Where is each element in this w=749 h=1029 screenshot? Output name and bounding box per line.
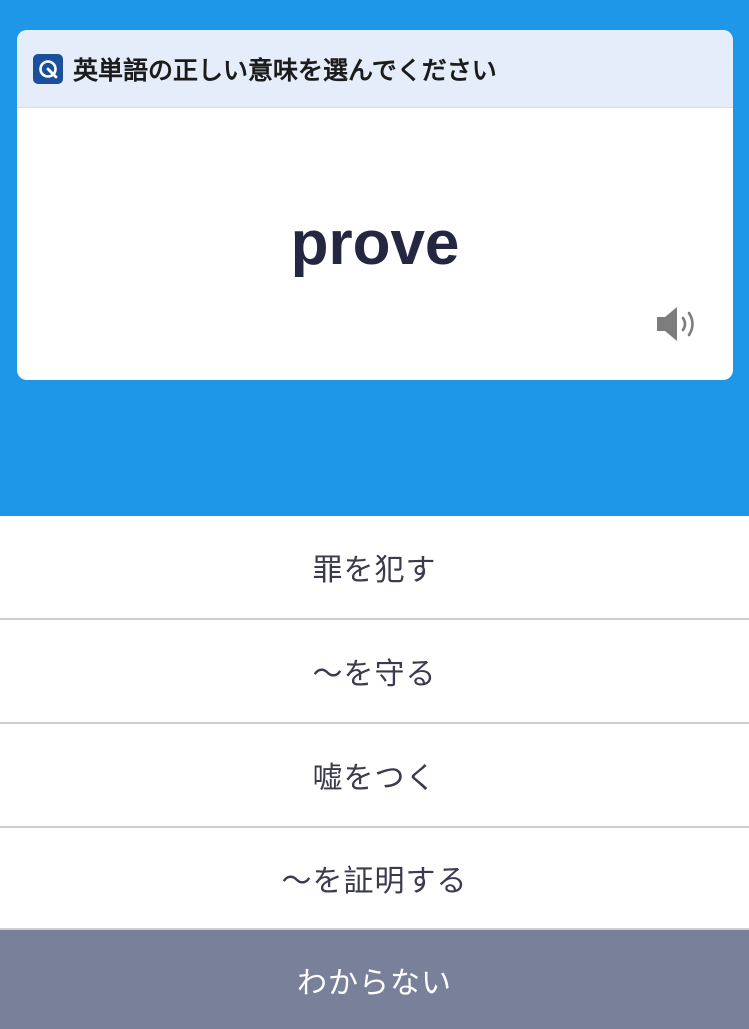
card-header: 英単語の正しい意味を選んでください <box>17 30 733 108</box>
answer-option-3[interactable]: 嘘をつく <box>0 724 749 828</box>
quiz-logo-icon <box>33 53 63 84</box>
card-body: prove <box>17 108 733 380</box>
answer-option-1[interactable]: 罪を犯す <box>0 516 749 620</box>
instruction-text: 英単語の正しい意味を選んでください <box>73 55 497 85</box>
question-word: prove <box>290 209 460 278</box>
answer-option-4[interactable]: ～を証明する <box>0 828 749 930</box>
answer-list: 罪を犯す ～を守る 嘘をつく ～を証明する <box>0 516 749 930</box>
dont-know-button[interactable]: わからない <box>0 930 749 1029</box>
speaker-icon[interactable] <box>655 304 703 344</box>
answer-option-2[interactable]: ～を守る <box>0 620 749 724</box>
question-card: 英単語の正しい意味を選んでください prove <box>17 30 733 380</box>
question-area: 英単語の正しい意味を選んでください prove <box>0 0 749 516</box>
